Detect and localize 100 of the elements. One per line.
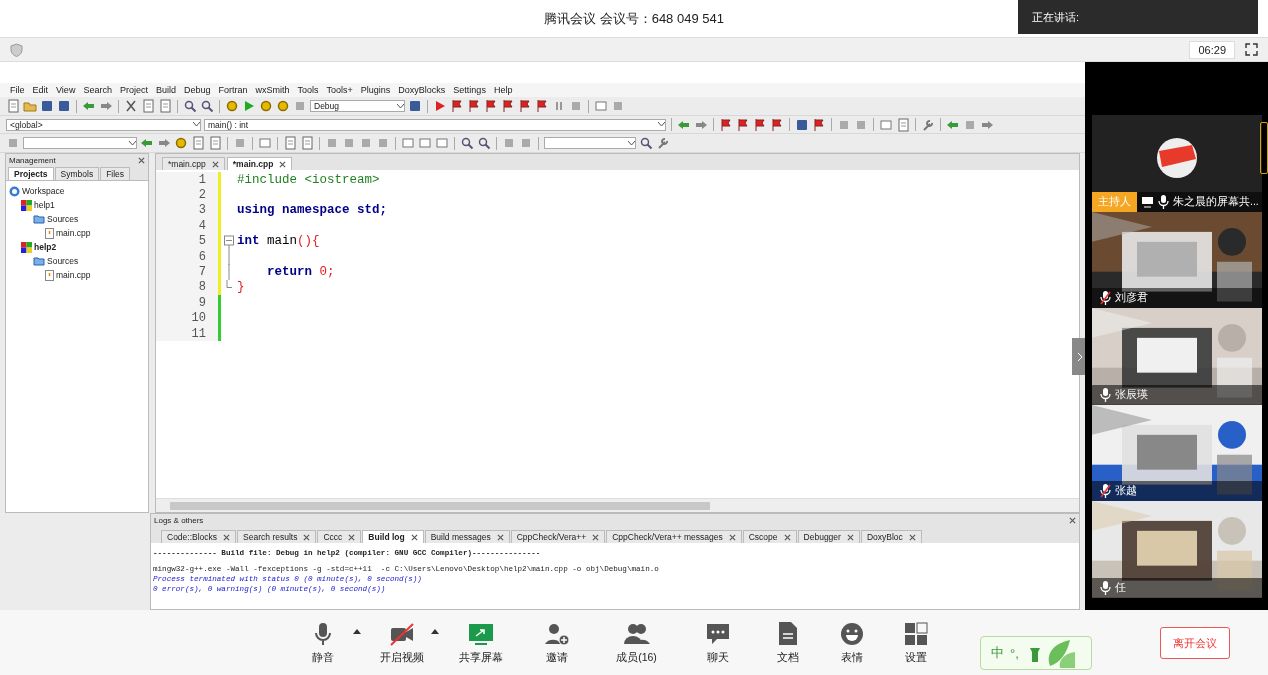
panel-tab[interactable]: Projects xyxy=(8,167,54,180)
log-tab[interactable]: DoxyBloc xyxy=(860,530,922,543)
menu-item[interactable]: Project xyxy=(119,85,148,95)
square-icon[interactable] xyxy=(569,99,583,113)
close-icon[interactable] xyxy=(303,533,311,541)
square-icon[interactable] xyxy=(293,99,307,113)
horizontal-scrollbar[interactable] xyxy=(156,498,1079,512)
square-icon[interactable] xyxy=(611,99,625,113)
panel-tab[interactable]: Symbols xyxy=(54,167,100,180)
close-icon[interactable] xyxy=(783,533,791,541)
scope-select[interactable]: <global> xyxy=(6,118,201,131)
close-icon[interactable] xyxy=(410,533,418,541)
search-icon[interactable] xyxy=(200,99,214,113)
menu-item[interactable]: Tools+ xyxy=(326,85,353,95)
close-icon[interactable] xyxy=(223,533,231,541)
window-icon[interactable] xyxy=(435,136,449,150)
square-icon[interactable] xyxy=(325,136,339,150)
tree-item[interactable]: main.cpp xyxy=(56,270,91,280)
window-icon[interactable] xyxy=(418,136,432,150)
close-icon[interactable] xyxy=(279,160,287,168)
file-tab[interactable]: *main.cpp xyxy=(226,157,293,170)
arrow-icon[interactable] xyxy=(82,99,96,113)
tree-item[interactable]: Sources xyxy=(47,214,79,224)
flag-icon[interactable] xyxy=(501,99,515,113)
arrow-icon[interactable] xyxy=(140,136,154,150)
window-icon[interactable] xyxy=(879,117,893,132)
flag-icon[interactable] xyxy=(450,99,464,113)
wrench-icon[interactable] xyxy=(921,117,935,132)
flag-icon[interactable] xyxy=(484,99,498,113)
document-icon[interactable] xyxy=(208,136,222,150)
window-icon[interactable] xyxy=(401,136,415,150)
caret-icon[interactable] xyxy=(353,628,361,634)
toolbar-button[interactable]: 设置 xyxy=(884,614,948,671)
document-icon[interactable] xyxy=(283,136,297,150)
search-icon[interactable] xyxy=(639,136,653,150)
toolbar-button[interactable]: 共享屏幕 xyxy=(441,614,521,671)
log-tab[interactable]: Build messages xyxy=(424,530,510,543)
folder-icon[interactable] xyxy=(23,99,37,113)
caret-icon[interactable] xyxy=(431,628,439,634)
arrow-icon[interactable] xyxy=(99,99,113,113)
file-tab[interactable]: *main.cpp xyxy=(162,157,225,170)
document-icon[interactable] xyxy=(158,99,172,113)
close-icon[interactable] xyxy=(908,533,916,541)
document-icon[interactable] xyxy=(191,136,205,150)
square-icon[interactable] xyxy=(502,136,516,150)
menu-item[interactable]: DoxyBlocks xyxy=(398,85,446,95)
document-icon[interactable] xyxy=(6,99,20,113)
document-icon[interactable] xyxy=(896,117,910,132)
close-icon[interactable] xyxy=(211,160,219,168)
square-icon[interactable] xyxy=(376,136,390,150)
close-icon[interactable] xyxy=(1069,516,1076,524)
log-tab[interactable]: Code::Blocks xyxy=(161,530,237,543)
flag-icon[interactable] xyxy=(518,99,532,113)
tree-item[interactable]: help1 xyxy=(34,200,55,210)
toolbar-button[interactable]: 邀请 xyxy=(521,614,593,671)
function-select[interactable]: main() : int xyxy=(204,118,666,131)
menu-item[interactable]: Edit xyxy=(32,85,49,95)
build-target-select[interactable]: Debug xyxy=(310,100,405,112)
log-tab[interactable]: Cscope xyxy=(742,530,797,543)
square-icon[interactable] xyxy=(519,136,533,150)
tree-item[interactable]: Sources xyxy=(47,256,79,266)
close-icon[interactable] xyxy=(496,533,504,541)
leave-meeting-button[interactable]: 离开会议 xyxy=(1160,627,1230,659)
window-icon[interactable] xyxy=(594,99,608,113)
panel-tab[interactable]: Files xyxy=(100,167,131,180)
tree-item[interactable]: main.cpp xyxy=(56,228,91,238)
square-icon[interactable] xyxy=(6,136,20,150)
document-icon[interactable] xyxy=(300,136,314,150)
log-tab[interactable]: Cccc xyxy=(317,530,362,543)
menu-item[interactable]: Search xyxy=(83,85,112,95)
flag-icon[interactable] xyxy=(812,117,826,132)
menu-item[interactable]: Tools xyxy=(297,85,319,95)
fold-icon[interactable] xyxy=(224,233,234,250)
toolbar-button[interactable]: 静音 xyxy=(283,614,363,671)
tree-item[interactable]: Workspace xyxy=(22,186,65,196)
close-icon[interactable] xyxy=(846,533,854,541)
log-tab[interactable]: Debugger xyxy=(797,530,860,543)
log-tab[interactable]: Build log xyxy=(362,530,424,543)
log-tab[interactable]: CppCheck/Vera++ messages xyxy=(606,530,742,543)
flag-icon[interactable] xyxy=(467,99,481,113)
input-method-bar[interactable]: 中 °, xyxy=(980,636,1092,670)
menu-item[interactable]: Debug xyxy=(183,85,211,95)
flag-icon[interactable] xyxy=(535,99,549,113)
play-icon[interactable] xyxy=(433,99,447,113)
toolbar-button[interactable]: 表情 xyxy=(820,614,884,671)
search-icon[interactable] xyxy=(477,136,491,150)
window-icon[interactable] xyxy=(258,136,272,150)
toolbar-button[interactable]: 成员(16) xyxy=(593,614,680,671)
flag-icon[interactable] xyxy=(753,117,767,132)
close-icon[interactable] xyxy=(138,156,145,164)
square-icon[interactable] xyxy=(359,136,373,150)
close-icon[interactable] xyxy=(348,533,356,541)
search-icon[interactable] xyxy=(460,136,474,150)
toolbar-button[interactable]: 文档 xyxy=(756,614,820,671)
wrench-icon[interactable] xyxy=(656,136,670,150)
log-tab[interactable]: Search results xyxy=(237,530,317,543)
close-icon[interactable] xyxy=(592,533,600,541)
scissors-icon[interactable] xyxy=(124,99,138,113)
flag-icon[interactable] xyxy=(736,117,750,132)
menu-item[interactable]: wxSmith xyxy=(255,85,290,95)
